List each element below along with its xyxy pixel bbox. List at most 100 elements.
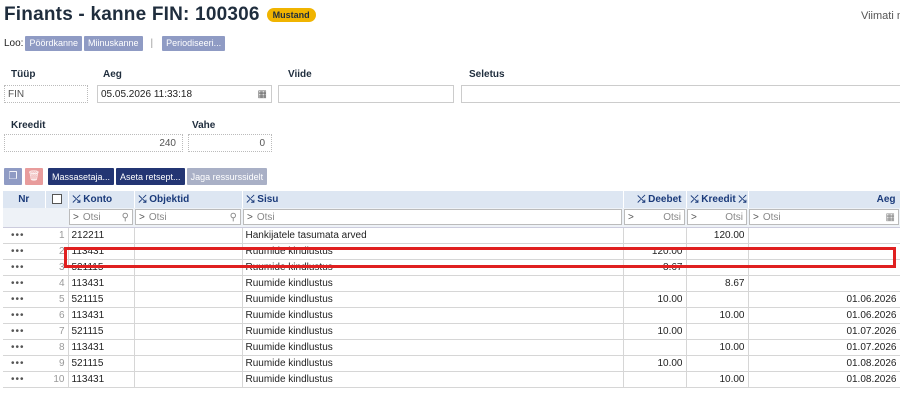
time-field[interactable]: 05.05.2026 11:33:18 ▦ (97, 85, 272, 103)
cell-aeg[interactable]: 01.07.2026 (748, 339, 900, 356)
konto-filter[interactable]: > Otsi ⚲ (69, 209, 133, 226)
type-field[interactable]: FIN (4, 85, 88, 103)
cell-aeg[interactable]: 01.08.2026 (748, 355, 900, 372)
cell-objektid[interactable] (134, 371, 243, 388)
cell-kreedit[interactable] (686, 291, 749, 308)
cell-sisu[interactable]: Hankijatele tasumata arved (242, 227, 624, 244)
description-field[interactable] (461, 85, 900, 103)
pin-icon[interactable]: ⤯ (73, 194, 84, 205)
cell-deebet[interactable] (623, 275, 687, 292)
cell-konto[interactable]: 521115 (68, 323, 135, 340)
cell-deebet[interactable]: 10.00 (623, 323, 687, 340)
minus-entry-button[interactable]: Miinuskanne (84, 36, 143, 51)
table-row[interactable]: ••• 3 521115 Ruumide kindlustus 8.67 (3, 259, 900, 276)
cell-kreedit[interactable]: 8.67 (686, 275, 749, 292)
row-menu-icon[interactable]: ••• (3, 371, 45, 388)
cell-kreedit[interactable] (686, 323, 749, 340)
cell-deebet[interactable]: 10.00 (623, 355, 687, 372)
row-menu-icon[interactable]: ••• (3, 323, 45, 340)
cell-sisu[interactable]: Ruumide kindlustus (242, 371, 624, 388)
cell-konto[interactable]: 113431 (68, 275, 135, 292)
cell-deebet[interactable] (623, 307, 687, 324)
cell-konto[interactable]: 521115 (68, 355, 135, 372)
cell-objektid[interactable] (134, 275, 243, 292)
pin-icon[interactable]: ⤯ (139, 194, 150, 205)
table-row[interactable]: ••• 10 113431 Ruumide kindlustus 10.00 01.08.… (3, 371, 900, 388)
mass-setter-button[interactable]: Massasetaja... (48, 168, 115, 185)
cell-objektid[interactable] (134, 355, 243, 372)
pin-icon[interactable]: ⤯ (637, 194, 648, 205)
row-menu-icon[interactable]: ••• (3, 307, 45, 324)
col-sisu[interactable]: ⤯ Sisu (242, 191, 624, 208)
cell-kreedit[interactable]: 120.00 (686, 227, 749, 244)
cell-sisu[interactable]: Ruumide kindlustus (242, 291, 624, 308)
cell-sisu[interactable]: Ruumide kindlustus (242, 339, 624, 356)
row-menu-icon[interactable]: ••• (3, 355, 45, 372)
cell-sisu[interactable]: Ruumide kindlustus (242, 355, 624, 372)
periodize-button[interactable]: Periodiseeri... (162, 36, 226, 51)
cell-kreedit[interactable] (686, 259, 749, 276)
cell-deebet[interactable] (623, 371, 687, 388)
cell-aeg[interactable]: 01.08.2026 (748, 371, 900, 388)
pin-icon[interactable]: ⤯ (691, 194, 702, 205)
cell-objektid[interactable] (134, 307, 243, 324)
row-menu-icon[interactable]: ••• (3, 291, 45, 308)
cell-objektid[interactable] (134, 243, 243, 260)
reference-field[interactable] (278, 85, 454, 103)
cell-deebet[interactable]: 10.00 (623, 291, 687, 308)
cell-deebet[interactable]: 8.67 (623, 259, 687, 276)
cell-deebet[interactable] (623, 227, 687, 244)
row-menu-icon[interactable]: ••• (3, 243, 45, 260)
pin-icon[interactable]: ⤯ (739, 194, 747, 205)
table-row[interactable]: ••• 7 521115 Ruumide kindlustus 10.00 01.07.2… (3, 323, 900, 340)
reverse-entry-button[interactable]: Pöördkanne (25, 36, 83, 51)
cell-kreedit[interactable]: 10.00 (686, 371, 749, 388)
cell-kreedit[interactable]: 10.00 (686, 339, 749, 356)
cell-aeg[interactable] (748, 259, 900, 276)
col-deebet[interactable]: ⤯ Deebet (623, 191, 687, 208)
apply-recipe-button[interactable]: Aseta retsept... (116, 168, 185, 185)
row-menu-icon[interactable]: ••• (3, 339, 45, 356)
cell-konto[interactable]: 113431 (68, 339, 135, 356)
cell-kreedit[interactable] (686, 355, 749, 372)
cell-kreedit[interactable]: 10.00 (686, 307, 749, 324)
cell-aeg[interactable] (748, 275, 900, 292)
cell-sisu[interactable]: Ruumide kindlustus (242, 275, 624, 292)
cell-aeg[interactable]: 01.07.2026 (748, 323, 900, 340)
trash-icon[interactable]: 🗑 (25, 168, 43, 185)
cell-objektid[interactable] (134, 339, 243, 356)
cell-aeg[interactable]: 01.06.2026 (748, 291, 900, 308)
cell-konto[interactable]: 113431 (68, 371, 135, 388)
col-aeg[interactable]: Aeg (748, 191, 900, 208)
cell-aeg[interactable] (748, 227, 900, 244)
cell-sisu[interactable]: Ruumide kindlustus (242, 243, 624, 260)
table-row[interactable]: ••• 6 113431 Ruumide kindlustus 10.00 01.06.2… (3, 307, 900, 324)
table-row[interactable]: ••• 1 212211 Hankijatele tasumata arved 120.… (3, 227, 900, 244)
pin-icon[interactable]: ⤯ (247, 194, 258, 205)
cell-objektid[interactable] (134, 323, 243, 340)
sisu-filter[interactable]: > Otsi (243, 209, 622, 226)
cell-konto[interactable]: 113431 (68, 307, 135, 324)
table-row[interactable]: ••• 8 113431 Ruumide kindlustus 10.00 01.07.2… (3, 339, 900, 356)
cell-konto[interactable]: 212211 (68, 227, 135, 244)
cell-sisu[interactable]: Ruumide kindlustus (242, 259, 624, 276)
kreedit-filter[interactable]: > Otsi (687, 209, 747, 226)
cell-objektid[interactable] (134, 259, 243, 276)
cell-konto[interactable]: 521115 (68, 259, 135, 276)
calendar-icon[interactable]: ▦ (886, 212, 895, 223)
row-menu-icon[interactable]: ••• (3, 275, 45, 292)
select-all-checkbox[interactable] (51, 194, 62, 205)
cell-objektid[interactable] (134, 291, 243, 308)
cell-konto[interactable]: 113431 (68, 243, 135, 260)
cell-deebet[interactable]: 120.00 (623, 243, 687, 260)
cell-konto[interactable]: 521115 (68, 291, 135, 308)
table-row[interactable]: ••• 4 113431 Ruumide kindlustus 8.67 (3, 275, 900, 292)
cell-sisu[interactable]: Ruumide kindlustus (242, 323, 624, 340)
copy-icon[interactable]: ❐ (4, 168, 22, 185)
cell-kreedit[interactable] (686, 243, 749, 260)
calendar-icon[interactable]: ▦ (258, 88, 267, 101)
table-row[interactable]: ••• 5 521115 Ruumide kindlustus 10.00 01.06.2… (3, 291, 900, 308)
table-row[interactable]: ••• 9 521115 Ruumide kindlustus 10.00 01.08.2… (3, 355, 900, 372)
col-nr[interactable]: Nr (3, 191, 46, 208)
row-menu-icon[interactable]: ••• (3, 227, 45, 244)
